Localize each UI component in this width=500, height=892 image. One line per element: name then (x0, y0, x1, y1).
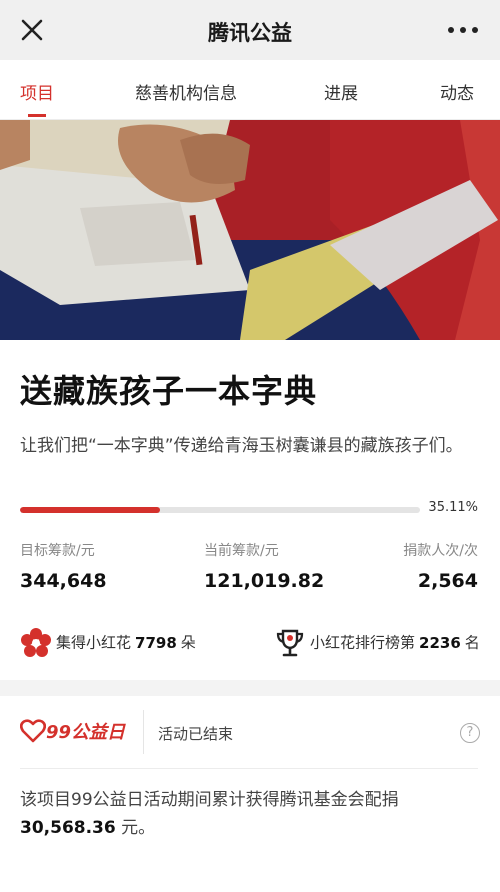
project-title: 送藏族孩子一本字典 (20, 372, 318, 410)
event-divider-line (20, 768, 478, 769)
target-amount-value: 344,648 (20, 570, 107, 592)
event-status: 活动已结束 (158, 725, 234, 743)
donor-count-label: 捐款人次/次 (403, 543, 478, 559)
event-logo-text: 99公益日 (46, 722, 126, 743)
matching-donation-text: 该项目99公益日活动期间累计获得腾讯基金会配捐 30,568.36 元。 (20, 786, 482, 842)
project-description: 让我们把“一本字典”传递给青海玉树囊谦县的藏族孩子们。 (20, 436, 463, 456)
donor-count-value: 2,564 (417, 570, 478, 592)
flower-collected-unit: 朵 (180, 633, 196, 652)
heart-logo-icon (19, 719, 47, 743)
event-section: 99公益日 活动已结束 ? (0, 696, 500, 770)
more-icon[interactable] (446, 18, 480, 42)
event-divider (143, 710, 144, 754)
flower-ranking-unit: 名 (464, 633, 480, 652)
section-separator (0, 680, 500, 696)
tab-updates[interactable]: 动态 (440, 79, 474, 104)
app-header: 腾讯公益 (0, 0, 500, 60)
red-flower-row: 集得小红花 7798 朵 小红花排行榜第 2236 名 (0, 625, 500, 665)
funding-progress-fill (20, 507, 161, 513)
red-flower-icon (21, 628, 51, 657)
flower-ranking-value: 2236 (419, 633, 461, 652)
flower-collected-label: 集得小红花 (56, 633, 132, 652)
help-icon[interactable]: ? (460, 723, 480, 743)
flower-collected-count: 7798 (135, 633, 177, 652)
funding-progress-percent: 35.11% (428, 500, 478, 515)
tab-project[interactable]: 项目 (20, 79, 54, 104)
tab-bar: 项目 慈善机构信息 进展 动态 (0, 60, 500, 120)
matching-donation-unit: 元。 (121, 818, 156, 838)
flower-collected[interactable]: 集得小红花 7798 朵 (20, 627, 196, 659)
trophy-icon (276, 629, 304, 657)
flower-ranking[interactable]: 小红花排行榜第 2236 名 (274, 627, 480, 659)
current-amount-value: 121,019.82 (204, 570, 325, 592)
matching-donation-desc: 该项目99公益日活动期间累计获得腾讯基金会配捐 (20, 790, 399, 810)
funding-progress-bar (20, 507, 420, 513)
app-title: 腾讯公益 (208, 21, 292, 45)
project-hero-image (0, 120, 500, 340)
flower-ranking-label: 小红花排行榜第 (310, 633, 416, 652)
matching-donation-amount: 30,568.36 (20, 818, 116, 838)
tab-charity-info[interactable]: 慈善机构信息 (135, 79, 237, 104)
event-logo: 99公益日 (19, 718, 132, 748)
active-tab-indicator (28, 114, 46, 117)
current-amount-label: 当前筹款/元 (204, 543, 279, 559)
tab-progress[interactable]: 进展 (324, 79, 358, 104)
target-amount-label: 目标筹款/元 (20, 543, 95, 559)
